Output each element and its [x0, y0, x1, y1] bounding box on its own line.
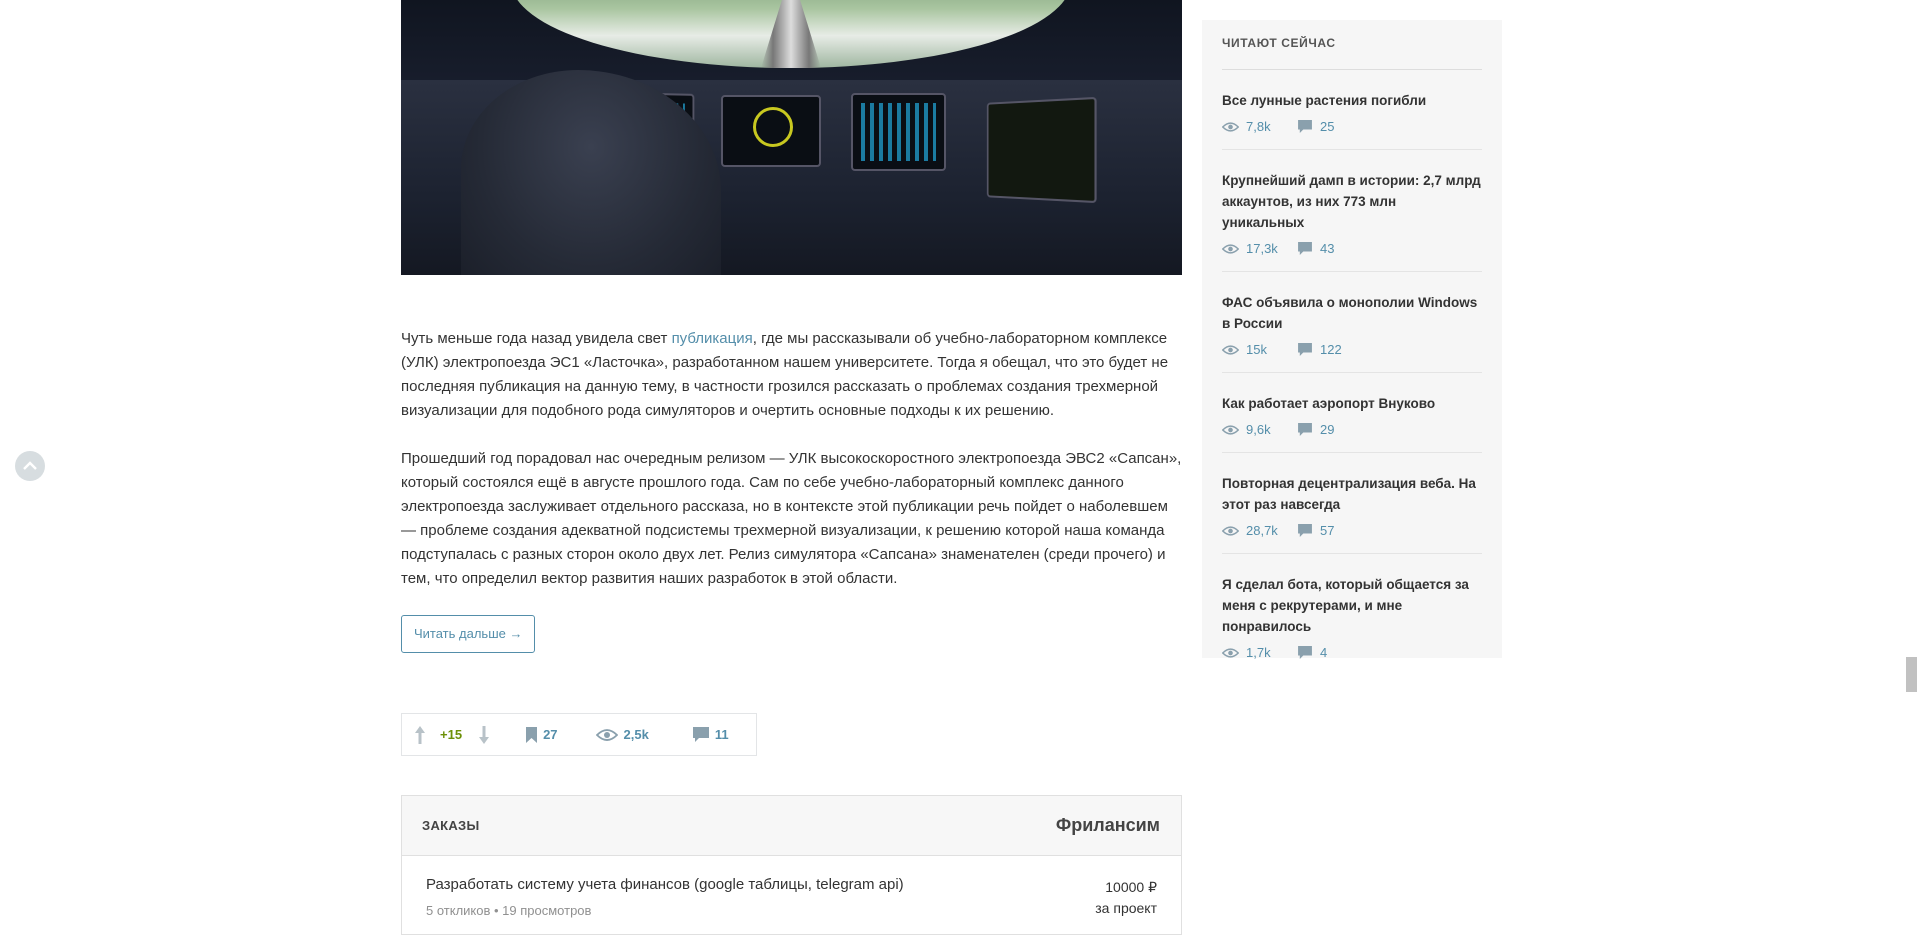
sidebar-post[interactable]: Как работает аэропорт Внуково 9,6k 29 [1222, 373, 1482, 453]
order-item[interactable]: Разработать систему учета финансов (goog… [402, 856, 1181, 918]
eye-icon [1222, 525, 1239, 536]
sidebar-post-comments[interactable]: 4 [1298, 645, 1327, 660]
order-meta: 5 откликов • 19 просмотров [426, 903, 592, 918]
arrow-up-icon[interactable] [414, 725, 426, 745]
reading-now-sidebar: ЧИТАЮТ СЕЙЧАС Все лунные растения погибл… [1202, 20, 1502, 660]
sidebar-post-comments[interactable]: 57 [1298, 523, 1334, 538]
orders-title: ЗАКАЗЫ [422, 818, 480, 833]
sidebar-post-views: 17,3k [1222, 241, 1298, 256]
comment-icon [1298, 120, 1312, 133]
chevron-up-icon [23, 461, 37, 470]
sidebar-post-title[interactable]: Я сделал бота, который общается за меня … [1222, 574, 1482, 637]
comment-icon [1298, 242, 1312, 255]
comment-icon [1298, 646, 1312, 659]
article: Чуть меньше года назад увидела свет публ… [401, 0, 1182, 935]
post-stats: +15 27 2,5k 11 [401, 713, 757, 756]
comments-link[interactable]: 11 [692, 727, 729, 742]
eye-icon [595, 728, 618, 741]
sidebar-post[interactable]: Я сделал бота, который общается за меня … [1222, 554, 1482, 675]
publication-link[interactable]: публикация [672, 330, 753, 347]
comment-icon [692, 727, 709, 742]
comment-icon [1298, 524, 1312, 537]
order-title[interactable]: Разработать систему учета финансов (goog… [426, 876, 1157, 893]
sidebar-post-views: 15k [1222, 342, 1298, 357]
bookmark-icon [526, 726, 538, 743]
arrow-down-icon[interactable] [478, 725, 490, 745]
sidebar-post-title[interactable]: ФАС объявила о монополии Windows в Росси… [1222, 292, 1482, 334]
sidebar-post-views: 1,7k [1222, 645, 1298, 660]
eye-icon [1222, 647, 1239, 658]
comment-icon [1298, 343, 1312, 356]
bookmark-button[interactable]: 27 [526, 726, 558, 743]
page-scrollbar[interactable] [1903, 0, 1920, 925]
eye-icon [1222, 121, 1239, 132]
order-price: 10000 ₽ за проект [1095, 879, 1157, 916]
rating: +15 [440, 727, 463, 742]
sidebar-post-comments[interactable]: 25 [1298, 119, 1334, 134]
eye-icon [1222, 344, 1239, 355]
sidebar-post-title[interactable]: Крупнейший дамп в истории: 2,7 млрд акка… [1222, 170, 1482, 233]
eye-icon [1222, 243, 1239, 254]
article-body: Чуть меньше года назад увидела свет публ… [401, 327, 1182, 591]
views-counter: 2,5k [595, 727, 649, 742]
sidebar-post-views: 9,6k [1222, 422, 1298, 437]
paragraph-2: Прошедший год порадовал нас очередным ре… [401, 450, 1182, 587]
read-more-button[interactable]: Читать дальше → [401, 615, 536, 653]
comment-icon [1298, 423, 1312, 436]
freelansim-logo[interactable]: Фрилансим [1056, 815, 1160, 836]
orders-widget: ЗАКАЗЫ Фрилансим Разработать систему уче… [401, 795, 1182, 935]
sidebar-post-title[interactable]: Все лунные растения погибли [1222, 90, 1482, 111]
scroll-to-top-button[interactable] [15, 451, 45, 481]
article-image [401, 0, 1182, 275]
sidebar-post-views: 28,7k [1222, 523, 1298, 538]
sidebar-post-comments[interactable]: 29 [1298, 422, 1334, 437]
comments-count: 11 [714, 727, 729, 742]
sidebar-post[interactable]: Все лунные растения погибли 7,8k 25 [1222, 70, 1482, 150]
paragraph-1: Чуть меньше года назад увидела свет публ… [401, 330, 1169, 419]
sidebar-post-title[interactable]: Повторная децентрализация веба. На этот … [1222, 473, 1482, 515]
sidebar-post[interactable]: Повторная децентрализация веба. На этот … [1222, 453, 1482, 554]
sidebar-post[interactable]: ФАС объявила о монополии Windows в Росси… [1222, 272, 1482, 373]
eye-icon [1222, 424, 1239, 435]
sidebar-title: ЧИТАЮТ СЕЙЧАС [1222, 36, 1336, 50]
views-count: 2,5k [623, 727, 649, 742]
sidebar-post-comments[interactable]: 43 [1298, 241, 1334, 256]
sidebar-post[interactable]: Крупнейший дамп в истории: 2,7 млрд акка… [1222, 150, 1482, 272]
sidebar-post-title[interactable]: Как работает аэропорт Внуково [1222, 393, 1482, 414]
bookmark-count: 27 [543, 727, 558, 742]
sidebar-post-views: 7,8k [1222, 119, 1298, 134]
scrollbar-thumb[interactable] [1906, 657, 1917, 692]
sidebar-post-comments[interactable]: 122 [1298, 342, 1342, 357]
